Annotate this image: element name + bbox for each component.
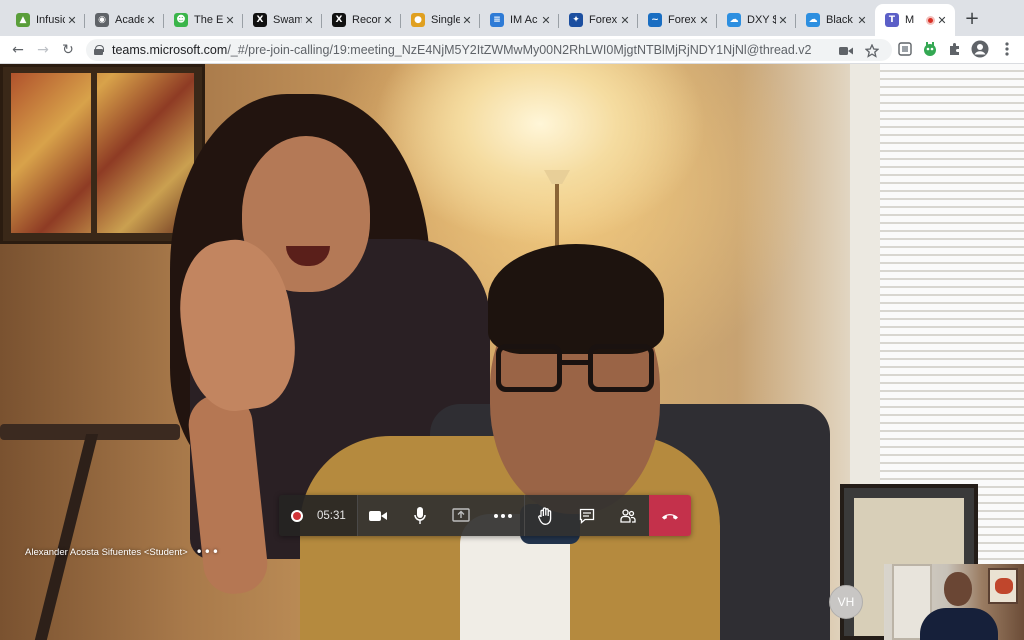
- tab-close-icon[interactable]: ✕: [776, 14, 790, 27]
- tab-title: Black: [826, 14, 853, 26]
- browser-tab[interactable]: ☁ DXY $ ✕: [717, 6, 796, 34]
- forward-button[interactable]: →: [33, 40, 53, 60]
- tab-close-icon[interactable]: ✕: [302, 14, 316, 27]
- participant-options-button[interactable]: •••: [196, 545, 220, 559]
- boy-glasses: [496, 344, 656, 396]
- browser-tab[interactable]: X Swam ✕: [243, 6, 322, 34]
- call-duration: 05:31: [317, 509, 346, 522]
- call-controls-bar: 05:31: [279, 495, 691, 536]
- browser-tab[interactable]: ✦ Forex ✕: [559, 6, 638, 34]
- browser-tab[interactable]: ~ Forex ✕: [638, 6, 717, 34]
- browser-tab[interactable]: T M ✕: [875, 4, 955, 36]
- more-actions-button[interactable]: [482, 495, 524, 536]
- tab-close-icon[interactable]: ✕: [618, 14, 632, 27]
- tab-favicon-icon: ◉: [95, 13, 109, 27]
- share-content-button[interactable]: [441, 495, 483, 536]
- tab-title: Forex: [668, 14, 697, 26]
- tab-favicon-icon: X: [332, 13, 346, 27]
- self-view-video[interactable]: [884, 564, 1024, 640]
- recording-indicator-icon: [291, 509, 303, 522]
- participant-avatar[interactable]: VH: [829, 585, 863, 619]
- lock-icon[interactable]: [94, 45, 104, 55]
- tab-recording-icon: [926, 15, 935, 25]
- browser-tab[interactable]: ▲ Infusic ✕: [6, 6, 85, 34]
- profile-icon[interactable]: [971, 40, 989, 58]
- url-text[interactable]: teams.microsoft.com/_#/pre-join-calling/…: [112, 43, 811, 57]
- tab-title: Single: [431, 14, 460, 26]
- tab-close-icon[interactable]: ✕: [223, 14, 237, 27]
- tab-close-icon[interactable]: ✕: [697, 14, 711, 27]
- participant-video: 05:31 Alexander Acosta Sifuentes <Studen…: [0, 64, 1024, 640]
- participant-name-tag: Alexander Acosta Sifuentes <Student> •••: [25, 545, 220, 559]
- tab-title: M: [905, 14, 915, 26]
- tab-favicon-icon: X: [253, 13, 267, 27]
- boy-hair: [488, 244, 664, 354]
- share-tray-icon: [452, 508, 471, 522]
- tab-title: Infusic: [36, 14, 65, 26]
- extension-square-icon[interactable]: [896, 40, 914, 58]
- puzzle-icon[interactable]: [946, 40, 964, 58]
- url-path: /_#/pre-join-calling/19:meeting_NzE4NjM5…: [227, 43, 812, 57]
- tab-favicon-icon: ●: [411, 13, 425, 27]
- tab-title: IM Ac: [510, 14, 538, 26]
- video-camera-icon[interactable]: [838, 43, 854, 59]
- tab-close-icon[interactable]: ✕: [539, 14, 553, 27]
- tab-favicon-icon: ☁: [806, 13, 820, 27]
- side-table-leg: [33, 434, 99, 640]
- chat-icon: [579, 508, 595, 524]
- address-bar[interactable]: teams.microsoft.com/_#/pre-join-calling/…: [86, 39, 892, 61]
- tab-close-icon[interactable]: ✕: [855, 14, 869, 27]
- video-camera-icon: [369, 510, 388, 521]
- tab-favicon-icon: ✦: [569, 13, 583, 27]
- new-tab-button[interactable]: +: [962, 9, 982, 29]
- hang-up-icon: [662, 513, 679, 519]
- tab-close-icon[interactable]: ✕: [144, 14, 158, 27]
- back-button[interactable]: ←: [8, 40, 28, 60]
- tab-favicon-icon: ≡: [490, 13, 504, 27]
- url-domain: teams.microsoft.com: [112, 43, 228, 57]
- participant-name: Alexander Acosta Sifuentes <Student>: [25, 546, 188, 558]
- browser-tab[interactable]: ≡ IM Ac ✕: [480, 6, 559, 34]
- browser-tab[interactable]: ◉ Acade ✕: [85, 6, 164, 34]
- lamp-shade: [544, 170, 570, 184]
- tab-favicon-icon: ☻: [174, 13, 188, 27]
- raise-hand-button[interactable]: [525, 495, 567, 536]
- tab-title: The El: [194, 14, 223, 26]
- tab-favicon-icon: ☁: [727, 13, 741, 27]
- menu-dots-icon[interactable]: [998, 40, 1016, 58]
- tab-close-icon[interactable]: ✕: [460, 14, 474, 27]
- recording-timer: 05:31: [279, 495, 357, 536]
- raise-hand-icon: [538, 506, 552, 525]
- reload-button[interactable]: ↻: [58, 40, 78, 60]
- mic-toggle-button[interactable]: [399, 495, 441, 536]
- participants-icon: [620, 508, 637, 523]
- browser-tab-strip: ▲ Infusic ✕ ◉ Acade ✕ ☻ The El ✕ X Swam ✕ X Recor ✕ ● Si…: [0, 0, 1024, 36]
- bookmark-star-icon[interactable]: [864, 43, 880, 59]
- browser-tab[interactable]: X Recor ✕: [322, 6, 401, 34]
- tab-title: Swam: [273, 14, 302, 26]
- browser-tab[interactable]: ● Single ✕: [401, 6, 480, 34]
- browser-tab[interactable]: ☻ The El ✕: [164, 6, 243, 34]
- tab-title: Recor: [352, 14, 381, 26]
- tab-close-icon[interactable]: ✕: [935, 14, 949, 27]
- participants-button[interactable]: [608, 495, 650, 536]
- tab-favicon-icon: ~: [648, 13, 662, 27]
- microphone-icon: [414, 506, 426, 524]
- tab-title: DXY $: [747, 14, 776, 26]
- hang-up-button[interactable]: [649, 495, 691, 536]
- tab-close-icon[interactable]: ✕: [381, 14, 395, 27]
- tab-favicon-icon: ▲: [16, 13, 30, 27]
- browser-tab[interactable]: ☁ Black ✕: [796, 6, 875, 34]
- tab-close-icon[interactable]: ✕: [65, 14, 79, 27]
- chat-button[interactable]: [566, 495, 608, 536]
- camera-toggle-button[interactable]: [358, 495, 400, 536]
- more-actions-icon: [493, 513, 512, 518]
- tab-title: Acade: [115, 14, 144, 26]
- tab-favicon-icon: T: [885, 13, 899, 27]
- tab-title: Forex: [589, 14, 618, 26]
- extension-green-icon[interactable]: [921, 40, 939, 58]
- browser-toolbar: ← → ↻ teams.microsoft.com/_#/pre-join-ca…: [0, 36, 1024, 64]
